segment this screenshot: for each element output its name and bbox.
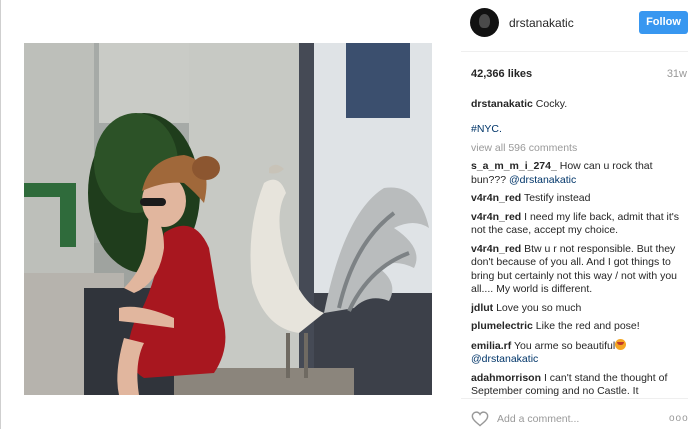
caption: drstanakatic Cocky. (471, 97, 685, 111)
comment-mention[interactable]: @drstanakatic (471, 353, 538, 365)
comment: jdlut Love you so much (471, 302, 687, 316)
comment-username[interactable]: adahmorrison (471, 372, 541, 384)
comment-username[interactable]: v4r4n_red (471, 243, 521, 255)
comment-username[interactable]: s_a_m_m_i_274_ (471, 160, 557, 172)
comment: v4r4n_red Btw u r not responsible. But t… (471, 243, 687, 297)
comment-footer: Add a comment... ooo (461, 398, 688, 429)
comment-username[interactable]: v4r4n_red (471, 192, 521, 204)
comment: v4r4n_red I need my life back, admit tha… (471, 211, 687, 238)
comment-text: Love you so much (496, 301, 582, 314)
username-link[interactable]: drstanakatic (509, 16, 574, 30)
post-age[interactable]: 31w (667, 68, 687, 80)
comment-text: You arme so beautiful (514, 339, 616, 352)
comment-text: Like the red and pose! (535, 320, 640, 332)
comment-username[interactable]: plumelectric (471, 320, 533, 332)
post-photo[interactable] (24, 43, 432, 395)
avatar-figure-icon (479, 14, 490, 28)
post-sidebar: drstanakatic Follow 42,366 likes 31w drs… (461, 0, 688, 429)
comment-text: Testify instead (523, 192, 591, 204)
comment-username[interactable]: jdlut (471, 302, 493, 314)
avatar[interactable] (470, 8, 499, 37)
comment: emilia.rf You arme so beautiful @drstana… (471, 338, 687, 367)
hashtag-link[interactable]: #NYC. (471, 123, 502, 135)
comment-username[interactable]: v4r4n_red (471, 211, 521, 223)
heart-icon[interactable] (471, 411, 489, 427)
heart-eyes-emoji-icon (615, 338, 627, 350)
add-comment-input[interactable]: Add a comment... (497, 413, 579, 425)
comment: v4r4n_red Testify instead (471, 192, 687, 206)
follow-button[interactable]: Follow (639, 11, 688, 34)
comment-list: s_a_m_m_i_274_ How can u rock that bun??… (471, 160, 687, 397)
more-options-icon[interactable]: ooo (669, 413, 688, 424)
comment: s_a_m_m_i_274_ How can u rock that bun??… (471, 160, 687, 187)
post-header: drstanakatic Follow (461, 0, 688, 52)
caption-text: Cocky. (535, 98, 568, 110)
view-all-comments-link[interactable]: view all 596 comments (471, 142, 577, 154)
comment: adahmorrison I can't stand the thought o… (471, 372, 687, 398)
comment-mention[interactable]: @drstanakatic (509, 174, 576, 186)
photo-illustration (24, 43, 432, 395)
comment-username[interactable]: emilia.rf (471, 340, 511, 352)
likes-count[interactable]: 42,366 likes (471, 68, 532, 80)
comment: plumelectric Like the red and pose! (471, 320, 687, 334)
post-modal: drstanakatic Follow 42,366 likes 31w drs… (0, 0, 688, 429)
caption-username[interactable]: drstanakatic (471, 98, 533, 110)
